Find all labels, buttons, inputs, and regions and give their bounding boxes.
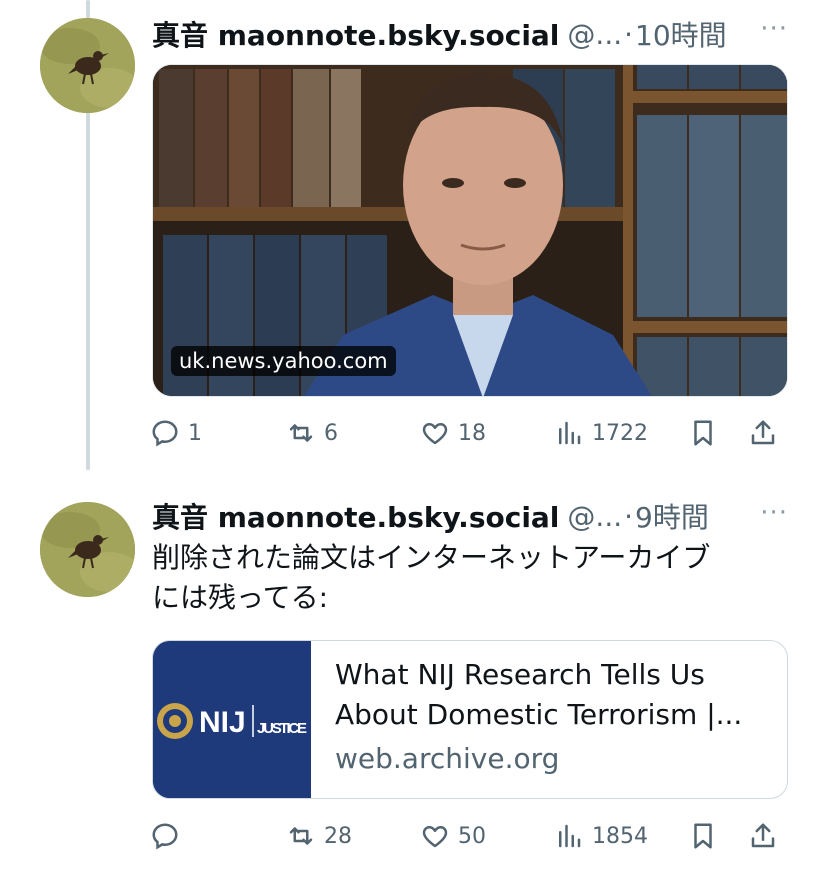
avatar[interactable] [40,502,135,597]
reply-icon [152,823,178,850]
link-card-domain: web.archive.org [335,742,560,775]
timestamp[interactable]: 9時間 [635,496,709,536]
separator: · [624,17,634,51]
action-bar: 28 50 1854 [150,816,790,856]
more-icon[interactable]: ··· [760,498,788,528]
reply-button[interactable]: 1 [150,413,202,453]
reply-count: 1 [188,420,202,446]
media-domain-label: uk.news.yahoo.com [171,346,396,376]
bookmark-icon [694,420,712,446]
repost-count: 6 [324,420,338,446]
repost-button[interactable]: 6 [286,413,338,453]
share-button[interactable] [748,413,778,453]
views-icon [559,824,581,848]
like-count: 18 [458,420,486,446]
views-count: 1854 [592,823,648,849]
display-name[interactable]: 真音 maonnote.bsky.social [152,14,559,54]
post[interactable]: 真音 maonnote.bsky.social @... · 10時間 ··· [0,0,828,470]
handle[interactable]: @... [567,500,622,533]
link-card-thumbnail: NIJ JUSTICE [153,641,311,798]
more-icon[interactable]: ··· [760,14,788,44]
views-button[interactable]: 1854 [554,816,648,856]
separator: · [624,499,634,533]
svg-text:NIJ: NIJ [199,706,246,739]
display-name[interactable]: 真音 maonnote.bsky.social [152,496,559,536]
repost-count: 28 [324,823,352,849]
timestamp[interactable]: 10時間 [635,14,727,54]
views-icon [559,421,581,445]
post-header: 真音 maonnote.bsky.social @... · 9時間 [152,496,709,536]
bookmark-icon [694,823,712,849]
views-count: 1722 [592,420,648,446]
avatar[interactable] [40,18,135,113]
repost-icon [289,424,313,442]
share-icon [751,420,775,445]
like-icon [422,826,448,848]
repost-icon [289,827,313,845]
handle[interactable]: @... [567,18,622,51]
link-card[interactable]: NIJ JUSTICE What NIJ Research Tells Us A… [152,640,788,799]
like-icon [422,423,448,445]
share-icon [751,823,775,848]
reply-button[interactable] [150,816,180,856]
post[interactable]: 真音 maonnote.bsky.social @... · 9時間 ··· 削… [0,490,828,873]
like-button[interactable]: 18 [420,413,486,453]
bookmark-button[interactable] [688,816,718,856]
like-count: 50 [458,823,486,849]
bookmark-button[interactable] [688,413,718,453]
link-card-title: What NIJ Research Tells Us About Domesti… [335,658,743,731]
reply-icon [152,420,178,447]
share-button[interactable] [748,816,778,856]
like-button[interactable]: 50 [420,816,486,856]
repost-button[interactable]: 28 [286,816,352,856]
post-text: 削除された論文はインターネットアーカイブ には残ってる: [152,541,711,614]
link-preview-image[interactable]: uk.news.yahoo.com [152,64,788,397]
nij-logo-icon: NIJ JUSTICE [153,641,311,798]
views-button[interactable]: 1722 [554,413,648,453]
svg-text:JUSTICE: JUSTICE [257,720,307,737]
post-header: 真音 maonnote.bsky.social @... · 10時間 [152,14,727,54]
action-bar: 1 6 18 1722 [150,413,790,453]
